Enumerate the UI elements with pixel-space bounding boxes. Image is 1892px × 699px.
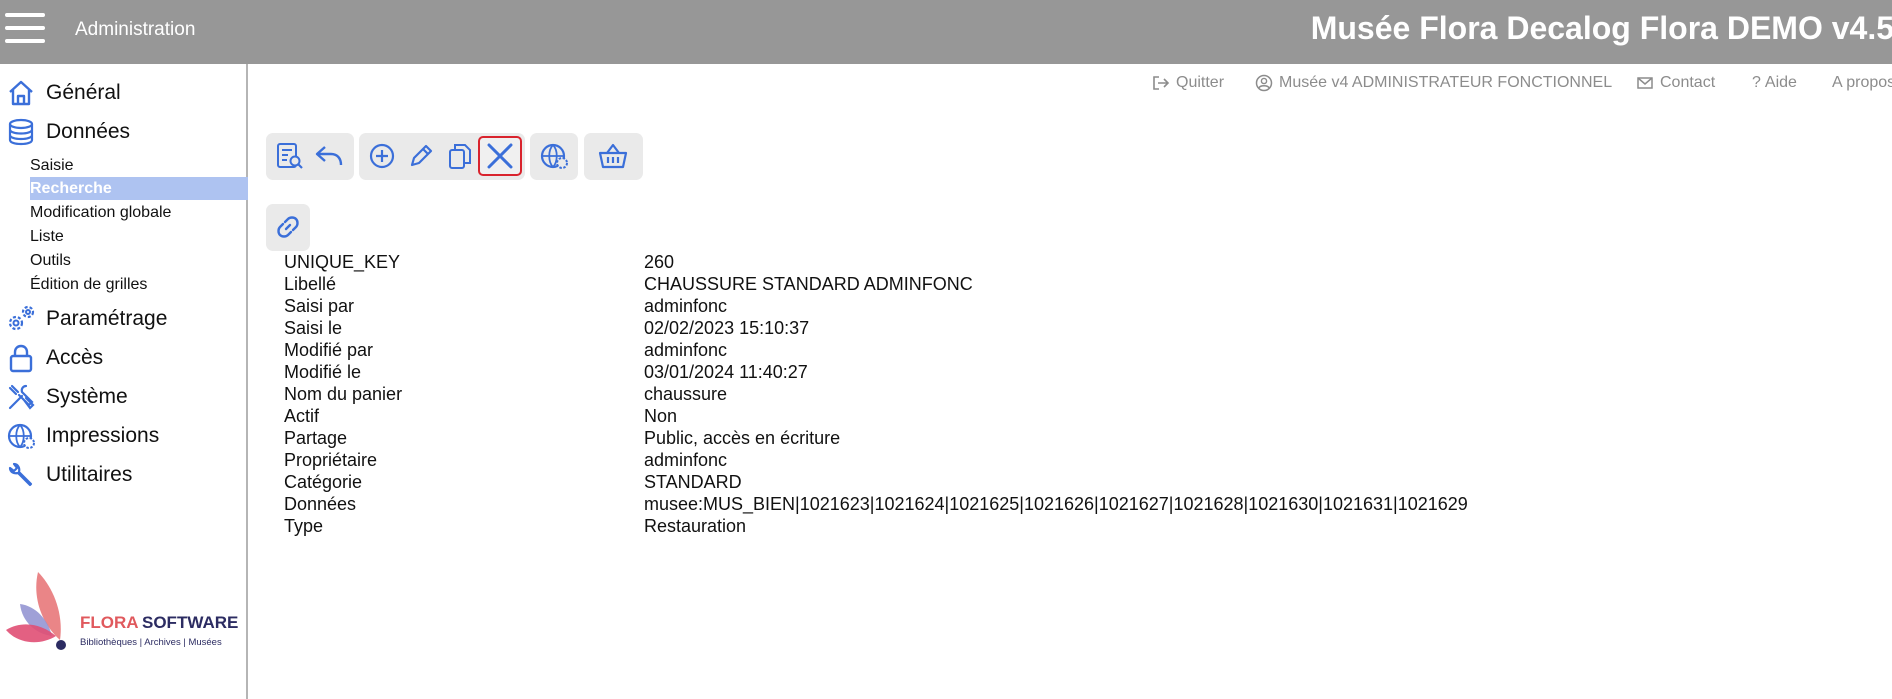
field-value: 03/01/2024 11:40:27 [644, 362, 808, 382]
field-key: Partage [284, 428, 348, 448]
subnav-saisie[interactable]: Saisie [30, 154, 248, 177]
hamburger-icon[interactable] [5, 13, 45, 43]
field-value: adminfonc [644, 340, 728, 360]
basket-icon [598, 143, 628, 169]
user-label: Musée v4 ADMINISTRATEUR FONCTIONNEL [1279, 74, 1613, 91]
logo-tagline: Bibliothèques | Archives | Musées [80, 637, 222, 648]
help-link[interactable]: ? Aide [1752, 74, 1797, 92]
sidebar-item-parametrage[interactable]: Paramétrage [0, 302, 246, 336]
sidebar-item-label: Système [46, 385, 128, 408]
field-value: Non [644, 406, 678, 426]
field-value: CHAUSSURE STANDARD ADMINFONC [644, 274, 973, 294]
sidebar: Général Données Saisie Recherche Modific… [0, 64, 248, 699]
toolbar-group-basket [584, 133, 643, 180]
field-key: Propriétaire [284, 450, 378, 470]
logo-brand1: FLORA [80, 613, 139, 632]
globe-gear-icon [4, 419, 38, 453]
toolbar-group-edit [359, 133, 525, 180]
field-value: musee:MUS_BIEN|1021623|1021624|1021625|1… [644, 494, 1468, 514]
publish-button[interactable] [536, 138, 572, 174]
subnav-liste[interactable]: Liste [30, 225, 248, 248]
field-value: adminfonc [644, 450, 728, 470]
home-icon [4, 76, 38, 110]
app-title: Musée Flora Decalog Flora DEMO v4.5 [1310, 10, 1892, 46]
question-icon: ? [1752, 74, 1761, 91]
sidebar-item-label: Utilitaires [46, 463, 133, 486]
field-value: chaussure [644, 384, 728, 404]
field-value: 260 [644, 252, 675, 272]
help-label: Aide [1764, 74, 1797, 91]
undo-button[interactable] [311, 138, 347, 174]
logo-brand2: SOFTWARE [142, 613, 238, 632]
wrench-icon [4, 458, 38, 492]
sidebar-item-impressions[interactable]: Impressions [0, 419, 246, 453]
sidebar-item-label: Impressions [46, 424, 160, 447]
field-value: Restauration [644, 516, 747, 536]
copy-icon [449, 144, 471, 169]
subnav-recherche[interactable]: Recherche [30, 177, 248, 200]
gears-icon [4, 302, 38, 336]
field-key: Catégorie [284, 472, 363, 492]
top-bar: Administration Musée Flora Decalog Flora… [0, 0, 1892, 64]
list-search-icon [277, 143, 303, 169]
close-x-icon [487, 143, 513, 169]
quit-link[interactable]: Quitter [1152, 74, 1224, 92]
subnav-edition-grilles[interactable]: Édition de grilles [30, 273, 248, 296]
user-circle-icon [1255, 74, 1273, 92]
field-key: UNIQUE_KEY [284, 252, 401, 272]
subnav-modification-globale[interactable]: Modification globale [30, 201, 248, 224]
basket-button[interactable] [595, 138, 631, 174]
list-search-button[interactable] [271, 138, 307, 174]
envelope-icon [1637, 77, 1653, 89]
sidebar-item-label: Général [46, 81, 121, 104]
link-icon [277, 216, 299, 238]
duplicate-button[interactable] [442, 138, 478, 174]
field-key: Libellé [284, 274, 337, 294]
quit-label: Quitter [1176, 74, 1225, 91]
add-button[interactable] [364, 138, 400, 174]
field-key: Nom du panier [284, 384, 403, 404]
edit-button[interactable] [403, 138, 439, 174]
field-key: Actif [284, 406, 320, 426]
sidebar-item-utilitaires[interactable]: Utilitaires [0, 458, 246, 492]
sidebar-item-label: Données [46, 120, 131, 143]
section-title: Administration [75, 19, 196, 40]
about-label: A propos [1832, 74, 1892, 91]
user-link[interactable]: Musée v4 ADMINISTRATEUR FONCTIONNEL [1255, 74, 1612, 92]
subnav-outils[interactable]: Outils [30, 249, 248, 272]
field-key: Modifié par [284, 340, 374, 360]
field-value: adminfonc [644, 296, 728, 316]
toolbar-group-nav [266, 133, 354, 180]
undo-icon [315, 146, 343, 166]
link-button[interactable] [270, 209, 306, 245]
field-key: Données [284, 494, 357, 514]
flora-software-logo: FLORA SOFTWARE Bibliothèques | Archives … [2, 512, 242, 652]
sidebar-item-acces[interactable]: Accès [0, 341, 246, 375]
field-key: Saisi le [284, 318, 343, 338]
field-value: Public, accès en écriture [644, 428, 841, 448]
field-key: Type [284, 516, 324, 536]
about-link[interactable]: A propos [1832, 74, 1892, 92]
field-value: 02/02/2023 15:10:37 [644, 318, 810, 338]
toolbar-group-link [266, 204, 310, 251]
field-key: Saisi par [284, 296, 355, 316]
field-key: Modifié le [284, 362, 362, 382]
lock-icon [4, 341, 38, 375]
tools-icon [4, 380, 38, 414]
field-value: STANDARD [644, 472, 742, 492]
database-icon [4, 115, 38, 149]
globe-gear-icon [540, 143, 568, 169]
sidebar-item-label: Accès [46, 346, 104, 369]
logout-icon [1153, 76, 1170, 90]
sidebar-item-general[interactable]: Général [0, 76, 246, 110]
sidebar-item-label: Paramétrage [46, 307, 168, 330]
delete-button[interactable] [478, 136, 522, 176]
pencil-icon [410, 144, 433, 167]
toolbar-group-web [530, 133, 578, 180]
add-circle-icon [369, 143, 395, 169]
contact-link[interactable]: Contact [1636, 74, 1715, 92]
sidebar-item-systeme[interactable]: Système [0, 380, 246, 414]
sidebar-item-donnees[interactable]: Données [0, 115, 246, 149]
contact-label: Contact [1660, 74, 1716, 91]
